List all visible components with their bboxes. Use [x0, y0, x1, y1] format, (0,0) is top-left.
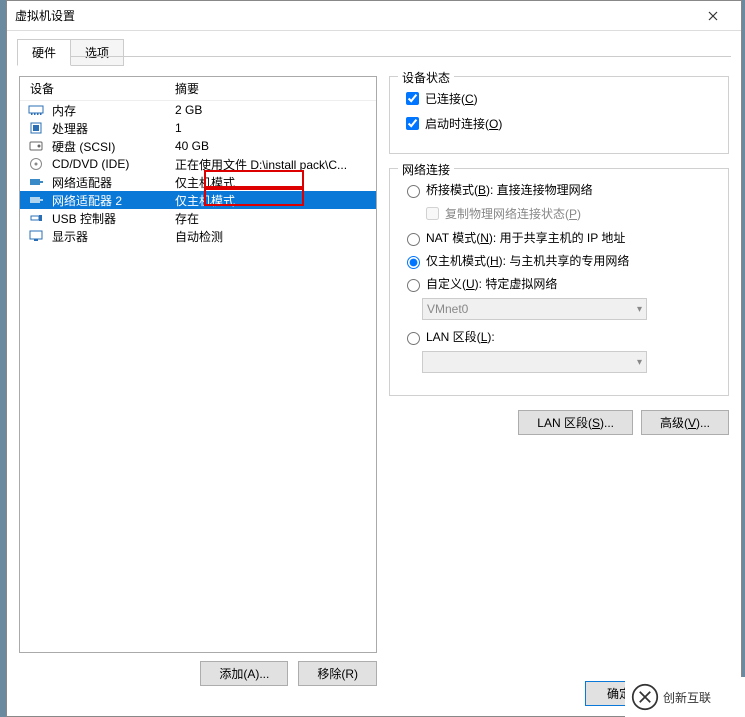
lanseg-label: LAN 区段(L): — [426, 328, 495, 345]
lanseg-radio[interactable]: LAN 区段(L): — [402, 328, 716, 345]
tabs: 硬件 选项 — [7, 31, 741, 66]
col-device: 设备 — [20, 80, 175, 97]
connect-poweron-checkbox[interactable]: 启动时连接(O) — [402, 114, 716, 133]
bridged-radio-input[interactable] — [407, 185, 420, 198]
cpu-icon — [28, 121, 44, 135]
replicate-checkbox: 复制物理网络连接状态(P) — [422, 204, 716, 223]
cell-summary: 仅主机模式 — [175, 174, 376, 191]
cell-name: 硬盘 (SCSI) — [52, 138, 175, 155]
vmnet-value: VMnet0 — [427, 302, 468, 316]
network-connection-group: 网络连接 桥接模式(B): 直接连接物理网络 复制物理网络连接状态(P) NAT… — [389, 168, 729, 396]
list-body: 内存 2 GB 处理器 1 硬盘 (SCSI) 40 GB — [20, 101, 376, 245]
watermark-logo: 创新互联 — [625, 677, 745, 717]
nat-radio-input[interactable] — [407, 233, 420, 246]
cell-summary: 1 — [175, 121, 376, 135]
close-button[interactable] — [693, 2, 733, 30]
disk-icon — [28, 139, 44, 153]
cell-name: CD/DVD (IDE) — [52, 157, 175, 171]
bridged-label: 桥接模式(B): 直接连接物理网络 — [426, 181, 593, 198]
vm-settings-window: 虚拟机设置 硬件 选项 设备 摘要 内存 2 GB — [6, 0, 742, 717]
connect-poweron-checkbox-input[interactable] — [406, 117, 419, 130]
tab-hardware[interactable]: 硬件 — [17, 39, 71, 66]
custom-radio-input[interactable] — [407, 279, 420, 292]
cell-summary: 正在使用文件 D:\install pack\C... — [175, 156, 376, 173]
add-button[interactable]: 添加(A)... — [200, 661, 288, 686]
lan-segments-button[interactable]: LAN 区段(S)... — [518, 410, 633, 435]
replicate-checkbox-row: 复制物理网络连接状态(P) — [422, 204, 716, 223]
content: 设备 摘要 内存 2 GB 处理器 1 — [7, 66, 741, 696]
connected-checkbox-input[interactable] — [406, 92, 419, 105]
cell-name: 网络适配器 — [52, 174, 175, 191]
cell-summary: 仅主机模式 — [175, 192, 376, 209]
cell-summary: 存在 — [175, 210, 376, 227]
right-pane: 设备状态 已连接(C) 启动时连接(O) 网络连接 桥接模式(B): 直接连接物… — [389, 76, 729, 686]
cell-summary: 40 GB — [175, 139, 376, 153]
tab-options[interactable]: 选项 — [70, 39, 124, 66]
logo-text: 创新互联 — [663, 689, 711, 706]
right-buttons: LAN 区段(S)... 高级(V)... — [389, 410, 729, 435]
lanseg-radio-input[interactable] — [407, 332, 420, 345]
hostonly-radio[interactable]: 仅主机模式(H): 与主机共享的专用网络 — [402, 252, 716, 269]
network-title: 网络连接 — [398, 161, 454, 178]
device-list: 设备 摘要 内存 2 GB 处理器 1 — [19, 76, 377, 653]
close-icon — [708, 11, 718, 21]
nat-radio[interactable]: NAT 模式(N): 用于共享主机的 IP 地址 — [402, 229, 716, 246]
hostonly-radio-input[interactable] — [407, 256, 420, 269]
cell-name: 内存 — [52, 102, 175, 119]
remove-button[interactable]: 移除(R) — [298, 661, 377, 686]
usb-icon — [28, 211, 44, 225]
connected-checkbox[interactable]: 已连接(C) — [402, 89, 716, 108]
titlebar: 虚拟机设置 — [7, 1, 741, 31]
chevron-down-icon: ▾ — [637, 357, 642, 368]
cell-name: 处理器 — [52, 120, 175, 137]
device-status-group: 设备状态 已连接(C) 启动时连接(O) — [389, 76, 729, 154]
row-usb[interactable]: USB 控制器 存在 — [20, 209, 376, 227]
hostonly-label: 仅主机模式(H): 与主机共享的专用网络 — [426, 252, 629, 269]
display-icon — [28, 229, 44, 243]
memory-icon — [28, 103, 44, 117]
connect-poweron-label: 启动时连接(O) — [425, 115, 502, 132]
cd-icon — [28, 157, 44, 171]
advanced-button[interactable]: 高级(V)... — [641, 410, 729, 435]
cell-summary: 2 GB — [175, 103, 376, 117]
cell-name: USB 控制器 — [52, 210, 175, 227]
cell-name: 显示器 — [52, 228, 175, 245]
cell-name: 网络适配器 2 — [52, 192, 175, 209]
window-title: 虚拟机设置 — [15, 7, 75, 24]
vmnet-select: VMnet0 ▾ — [422, 298, 647, 320]
row-display[interactable]: 显示器 自动检测 — [20, 227, 376, 245]
replicate-label: 复制物理网络连接状态(P) — [445, 205, 581, 222]
row-processor[interactable]: 处理器 1 — [20, 119, 376, 137]
col-summary: 摘要 — [175, 80, 376, 97]
row-netadapter1[interactable]: 网络适配器 仅主机模式 — [20, 173, 376, 191]
row-harddisk[interactable]: 硬盘 (SCSI) 40 GB — [20, 137, 376, 155]
logo-icon — [631, 683, 659, 711]
network-icon — [28, 193, 44, 207]
connected-label: 已连接(C) — [425, 90, 478, 107]
row-memory[interactable]: 内存 2 GB — [20, 101, 376, 119]
replicate-checkbox-input — [426, 207, 439, 220]
custom-label: 自定义(U): 特定虚拟网络 — [426, 275, 557, 292]
custom-radio[interactable]: 自定义(U): 特定虚拟网络 — [402, 275, 716, 292]
network-icon — [28, 175, 44, 189]
lanseg-select: ▾ — [422, 351, 647, 373]
left-button-row: 添加(A)... 移除(R) — [19, 661, 377, 686]
bridged-radio[interactable]: 桥接模式(B): 直接连接物理网络 — [402, 181, 716, 198]
row-cddvd[interactable]: CD/DVD (IDE) 正在使用文件 D:\install pack\C... — [20, 155, 376, 173]
chevron-down-icon: ▾ — [637, 304, 642, 315]
cell-summary: 自动检测 — [175, 228, 376, 245]
device-status-title: 设备状态 — [398, 69, 454, 86]
row-netadapter2[interactable]: 网络适配器 2 仅主机模式 — [20, 191, 376, 209]
nat-label: NAT 模式(N): 用于共享主机的 IP 地址 — [426, 229, 625, 246]
left-pane: 设备 摘要 内存 2 GB 处理器 1 — [19, 76, 377, 686]
list-header: 设备 摘要 — [20, 77, 376, 101]
